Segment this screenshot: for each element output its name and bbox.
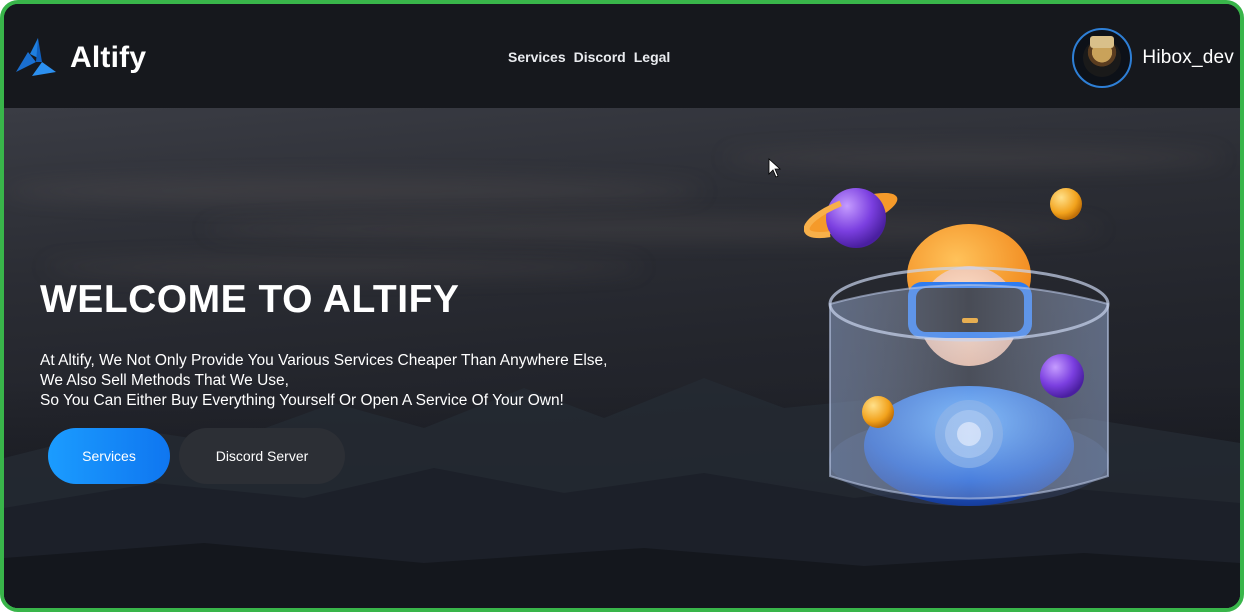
hero-line: So You Can Either Buy Everything Yoursel…	[40, 392, 564, 409]
hero-line: We Also Sell Methods That We Use,	[40, 372, 289, 389]
avatar-hat	[1090, 36, 1115, 48]
hero-line: At Altify, We Not Only Provide You Vario…	[40, 352, 608, 369]
hero-section: WELCOME TO ALTIFY At Altify, We Not Only…	[4, 108, 1240, 608]
browser-frame: Altify Services Discord Legal Hibox_dev …	[0, 0, 1244, 612]
nav-item-legal[interactable]: Legal	[634, 49, 671, 65]
mouse-cursor-icon	[768, 158, 782, 178]
avatar[interactable]	[1072, 28, 1133, 88]
cloud	[44, 258, 644, 276]
main-nav: Services Discord Legal	[508, 49, 670, 65]
brand-name: Altify	[70, 41, 147, 74]
nav-item-services[interactable]: Services	[508, 49, 566, 65]
username: Hibox_dev	[1142, 47, 1234, 68]
services-button[interactable]: Services	[48, 428, 170, 484]
vr-avatar-illustration	[804, 188, 1110, 506]
brand-logo[interactable]: Altify	[8, 30, 146, 86]
nav-item-discord[interactable]: Discord	[574, 49, 626, 65]
hero-title: WELCOME TO ALTIFY	[40, 278, 460, 321]
cloud	[4, 178, 704, 204]
header: Altify Services Discord Legal Hibox_dev	[4, 4, 1240, 108]
hero-description: At Altify, We Not Only Provide You Vario…	[40, 351, 740, 411]
cloud	[724, 148, 1224, 168]
user-profile[interactable]: Hibox_dev	[1072, 26, 1234, 90]
altify-logo-icon	[16, 38, 56, 76]
discord-server-button[interactable]: Discord Server	[179, 428, 345, 484]
